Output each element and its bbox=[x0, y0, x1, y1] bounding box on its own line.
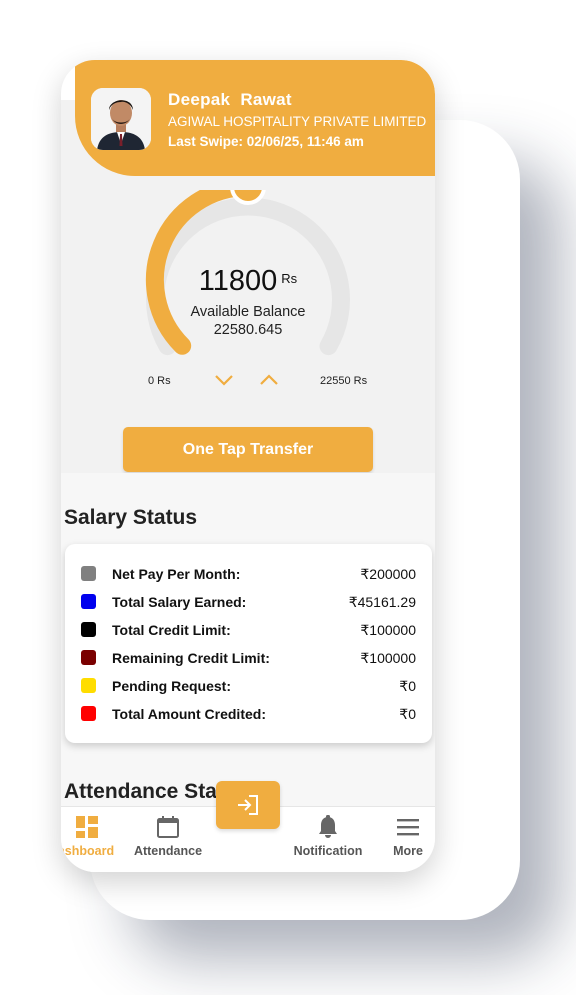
nav-attendance-label: Attendance bbox=[133, 844, 203, 858]
salary-row-amount-credited: Total Amount Credited: ₹0 bbox=[65, 704, 432, 724]
legend-swatch bbox=[81, 650, 96, 665]
salary-row-value: ₹200000 bbox=[360, 566, 416, 582]
salary-status-card: Net Pay Per Month: ₹200000 Total Salary … bbox=[65, 544, 432, 743]
menu-icon bbox=[397, 819, 419, 836]
balance-unit: Rs bbox=[281, 271, 298, 286]
salary-row-credit-limit: Total Credit Limit: ₹100000 bbox=[65, 620, 432, 640]
login-icon bbox=[238, 795, 258, 815]
phone-screen: Deepak Rawat AGIWAL HOSPITALITY PRIVATE … bbox=[61, 60, 435, 872]
salary-row-label: Remaining Credit Limit: bbox=[112, 650, 270, 666]
legend-swatch bbox=[81, 706, 96, 721]
avatar-photo bbox=[91, 88, 151, 150]
salary-row-pending-request: Pending Request: ₹0 bbox=[65, 676, 432, 696]
nav-notification[interactable]: Notification bbox=[288, 807, 368, 872]
salary-row-label: Total Salary Earned: bbox=[112, 594, 247, 610]
company-name: AGIWAL HOSPITALITY PRIVATE LIMITED bbox=[168, 114, 427, 129]
dashboard-icon bbox=[76, 816, 98, 838]
nav-more-label: More bbox=[393, 844, 423, 858]
gauge-max-label: 22550 Rs bbox=[320, 375, 368, 387]
nav-more[interactable]: More bbox=[381, 807, 435, 872]
legend-swatch bbox=[81, 678, 96, 693]
salary-row-value: ₹0 bbox=[399, 706, 416, 722]
salary-status-title: Salary Status bbox=[64, 506, 198, 529]
attendance-status-title: Attendance Sta bbox=[64, 780, 217, 803]
salary-row-value: ₹100000 bbox=[360, 650, 416, 666]
nav-dashboard-label: ashboard bbox=[61, 844, 115, 858]
balance-secondary-value: 22580.645 bbox=[213, 322, 283, 338]
profile-header: Deepak Rawat AGIWAL HOSPITALITY PRIVATE … bbox=[75, 60, 435, 176]
salary-row-remaining-credit: Remaining Credit Limit: ₹100000 bbox=[65, 648, 432, 668]
one-tap-transfer-button[interactable]: One Tap Transfer bbox=[123, 427, 373, 472]
salary-row-label: Total Credit Limit: bbox=[112, 622, 231, 638]
bell-icon bbox=[319, 815, 337, 838]
salary-row-label: Pending Request: bbox=[112, 678, 232, 694]
nav-attendance[interactable]: Attendance bbox=[133, 807, 203, 872]
user-name: Deepak Rawat bbox=[168, 90, 292, 109]
increase-arrow-icon[interactable] bbox=[257, 373, 281, 387]
last-swipe: Last Swipe: 02/06/25, 11:46 am bbox=[168, 134, 364, 149]
decrease-arrow-icon[interactable] bbox=[212, 373, 236, 387]
salary-row-label: Net Pay Per Month: bbox=[112, 566, 241, 582]
balance-amount: 11800 bbox=[198, 265, 278, 297]
calendar-icon bbox=[157, 816, 179, 838]
salary-row-value: ₹0 bbox=[399, 678, 416, 694]
salary-row-total-earned: Total Salary Earned: ₹45161.29 bbox=[65, 592, 432, 612]
salary-row-net-pay: Net Pay Per Month: ₹200000 bbox=[65, 564, 432, 584]
swipe-in-button[interactable] bbox=[216, 781, 280, 829]
salary-row-value: ₹100000 bbox=[360, 622, 416, 638]
legend-swatch bbox=[81, 566, 96, 581]
nav-notification-label: Notification bbox=[293, 844, 363, 858]
avatar[interactable] bbox=[91, 88, 151, 150]
legend-swatch bbox=[81, 622, 96, 637]
available-balance-value: 11800 Rs bbox=[61, 265, 435, 298]
salary-row-label: Total Amount Credited: bbox=[112, 706, 266, 722]
gauge-knob[interactable] bbox=[230, 190, 266, 205]
legend-swatch bbox=[81, 594, 96, 609]
salary-row-value: ₹45161.29 bbox=[348, 594, 416, 610]
available-balance-label: Available Balance bbox=[190, 304, 306, 320]
gauge-min-label: 0 Rs bbox=[148, 375, 171, 387]
nav-dashboard[interactable]: ashboard bbox=[61, 807, 121, 872]
screenshot-scene: Deepak Rawat AGIWAL HOSPITALITY PRIVATE … bbox=[0, 0, 576, 995]
